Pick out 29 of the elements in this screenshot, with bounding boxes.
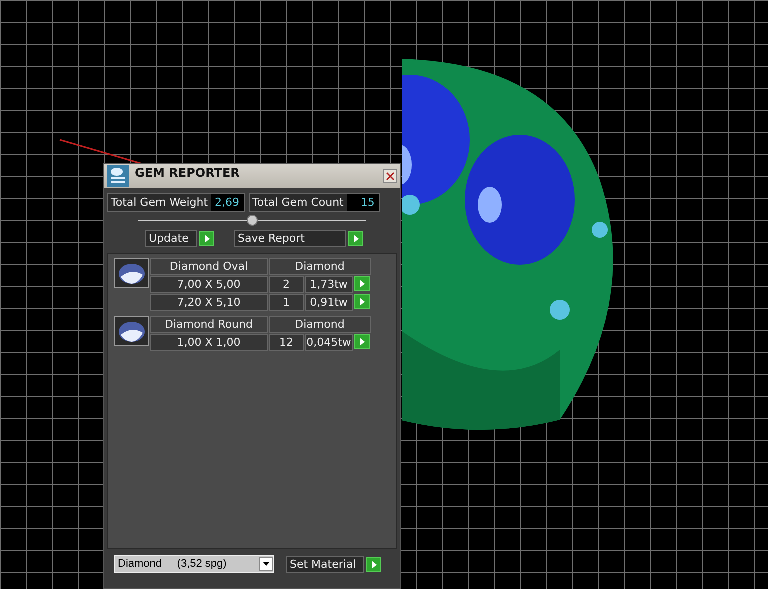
gem-weight: 0,045tw: [305, 334, 353, 351]
action-button[interactable]: Update: [145, 230, 197, 247]
gem-material: Diamond: [269, 316, 371, 333]
close-button[interactable]: [383, 169, 397, 183]
gem-size: 1,00 X 1,00: [150, 334, 268, 351]
gem-size: 7,20 X 5,10: [150, 294, 268, 311]
action-button[interactable]: Save Report: [234, 230, 346, 247]
gem-count: 2: [269, 276, 304, 293]
collapse-handle[interactable]: [246, 214, 258, 226]
gem-list-icon: [107, 165, 129, 187]
stat-label: Total Gem Weight: [110, 196, 210, 209]
close-icon: [386, 172, 394, 180]
gem-size: 7,00 X 5,00: [150, 276, 268, 293]
gem-icon: [114, 258, 149, 288]
gem-weight: 1,73tw: [305, 276, 353, 293]
gem-shape: Diamond Oval: [150, 258, 268, 275]
stat-value: 15: [346, 194, 379, 211]
gem-icon: [114, 316, 149, 346]
window-title: GEM REPORTER: [135, 165, 241, 180]
gem-shape: Diamond Round: [150, 316, 268, 333]
gem-count: 1: [269, 294, 304, 311]
gem-material: Diamond: [269, 258, 371, 275]
play-icon[interactable]: [366, 556, 381, 572]
gem-weight: 0,91tw: [305, 294, 353, 311]
material-dropdown[interactable]: Diamond (3,52 spg): [114, 555, 274, 573]
set-material-button[interactable]: Set Material: [286, 556, 364, 572]
stat-label: Total Gem Count: [252, 196, 345, 209]
stat-value: 2,69: [211, 194, 244, 211]
gem-count: 12: [269, 334, 304, 351]
